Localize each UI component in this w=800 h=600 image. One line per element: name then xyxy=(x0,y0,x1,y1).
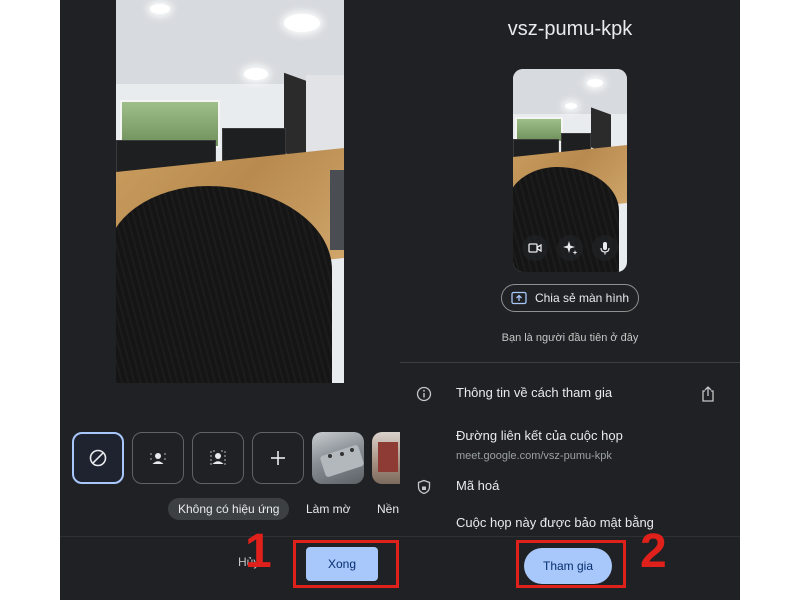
highlight-box-join xyxy=(516,540,626,588)
effects-toggle[interactable] xyxy=(557,235,583,261)
effects-panel: Không có hiệu ứng Làm mờ Nền Hủy Xong xyxy=(60,0,400,600)
join-panel: vsz-pumu-kpk Chia sẻ màn hình Bạn là ngư… xyxy=(400,0,740,600)
microphone-icon xyxy=(600,242,610,255)
add-icon xyxy=(271,451,285,465)
info-icon xyxy=(416,386,432,402)
camera-icon xyxy=(528,243,542,253)
effect-label-none[interactable]: Không có hiệu ứng xyxy=(168,498,290,520)
effect-slight-blur-tile[interactable] xyxy=(132,432,184,484)
step-number-2: 2 xyxy=(640,525,667,578)
joining-info-title: Thông tin về cách tham gia xyxy=(456,385,613,400)
highlight-box-done xyxy=(293,540,399,588)
share-icon[interactable] xyxy=(700,385,716,403)
sparkle-effects-icon xyxy=(563,241,578,255)
microphone-toggle[interactable] xyxy=(592,235,618,261)
background-image-tile[interactable] xyxy=(312,432,364,484)
camera-preview-large xyxy=(116,0,344,383)
encryption-description: Cuộc họp này được bảo mật bằng xyxy=(456,515,654,530)
share-screen-button[interactable]: Chia sẻ màn hình xyxy=(501,284,639,312)
effect-label-blur[interactable]: Làm mờ xyxy=(306,498,351,520)
present-screen-icon xyxy=(511,291,527,305)
effect-labels: Không có hiệu ứng Làm mờ Nền xyxy=(60,498,400,520)
step-number-1: 1 xyxy=(245,525,272,578)
effects-carousel[interactable] xyxy=(72,432,400,486)
camera-toggle[interactable] xyxy=(522,235,548,261)
encryption-title: Mã hoá xyxy=(456,478,500,493)
lock-shield-icon xyxy=(417,479,431,495)
meeting-link-url[interactable]: meet.google.com/vsz-pumu-kpk xyxy=(456,450,612,462)
effect-label-background[interactable]: Nền xyxy=(377,498,399,520)
no-effect-icon xyxy=(89,449,107,467)
blur-icon xyxy=(210,450,226,465)
share-screen-label: Chia sẻ màn hình xyxy=(534,291,630,305)
background-image-tile-2[interactable] xyxy=(372,432,400,484)
slight-blur-icon xyxy=(150,453,166,464)
effect-add-tile[interactable] xyxy=(252,432,304,484)
meeting-code: vsz-pumu-kpk xyxy=(507,18,633,40)
first-here-text: Bạn là người đầu tiên ở đây xyxy=(501,332,639,344)
effect-blur-tile[interactable] xyxy=(192,432,244,484)
effect-none-tile[interactable] xyxy=(72,432,124,484)
meeting-link-title: Đường liên kết của cuộc họp xyxy=(456,428,623,443)
